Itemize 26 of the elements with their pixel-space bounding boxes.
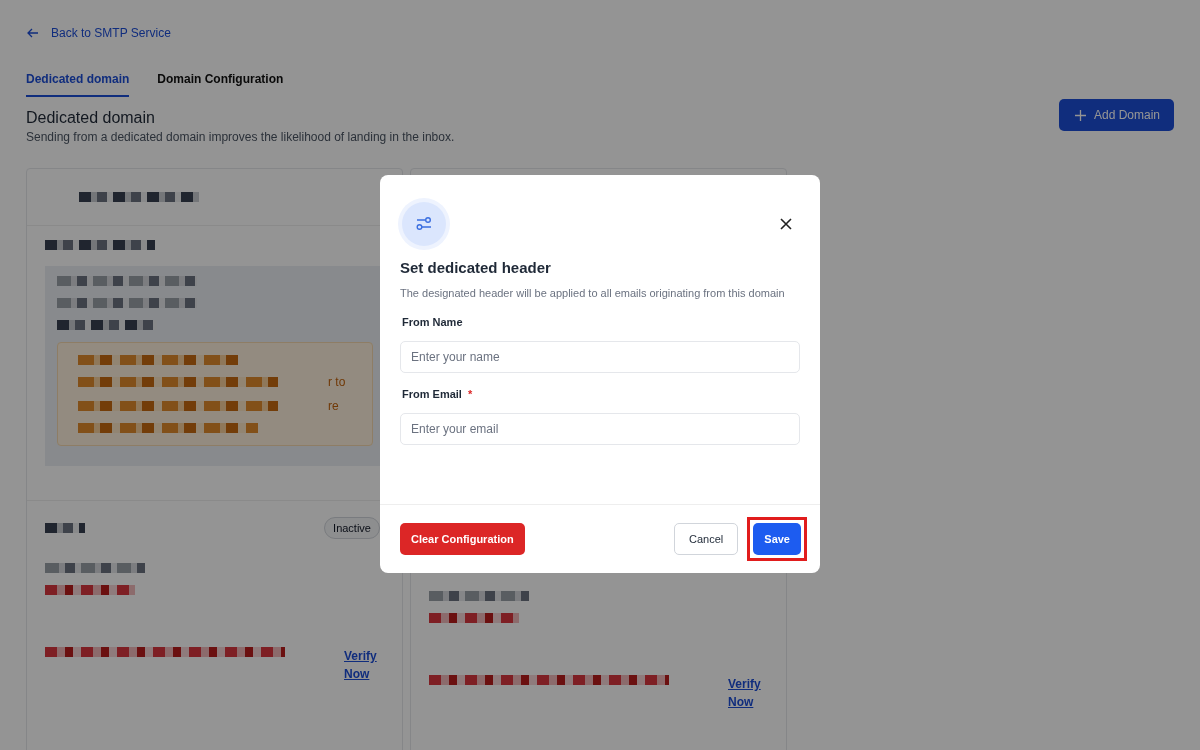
tab[interactable]: Dedicated domain xyxy=(26,72,130,97)
dialog-description: The designated header will be applied to all emails originating from this domain xyxy=(400,286,786,301)
section-description: Sending from a dedicated domain improves the likelihood of landing in the inbox. xyxy=(26,130,455,144)
settings-icon xyxy=(402,202,446,246)
status-badge: Inactive xyxy=(324,517,380,539)
input-field[interactable]: Enter your email xyxy=(400,413,800,445)
field-label: From Name xyxy=(402,316,463,328)
dialog-button[interactable]: Cancel xyxy=(674,523,739,555)
field-label: From Email xyxy=(402,388,462,400)
redacted-text xyxy=(45,523,85,533)
plus-icon xyxy=(1074,109,1086,121)
add-domain-button[interactable]: Add Domain xyxy=(1058,99,1174,131)
warning-text: re xyxy=(328,399,339,413)
warning-text: r to xyxy=(328,375,346,389)
tab[interactable]: Domain Configuration xyxy=(157,72,284,97)
section-title: Dedicated domain xyxy=(26,109,156,127)
close-icon[interactable] xyxy=(780,218,792,230)
verify-now-link[interactable]: Verify Now xyxy=(344,647,384,683)
dialog-title: Set dedicated header xyxy=(400,259,552,276)
required-mark: * xyxy=(467,388,473,400)
verify-now-link[interactable]: Verify Now xyxy=(728,675,768,711)
dialog-button[interactable]: Clear Configuration xyxy=(400,523,525,555)
input-field[interactable]: Enter your name xyxy=(400,341,800,373)
arrow-left-icon xyxy=(27,28,39,38)
back-link[interactable]: Back to SMTP Service xyxy=(26,26,171,40)
dialog-button[interactable]: Save xyxy=(753,523,801,555)
